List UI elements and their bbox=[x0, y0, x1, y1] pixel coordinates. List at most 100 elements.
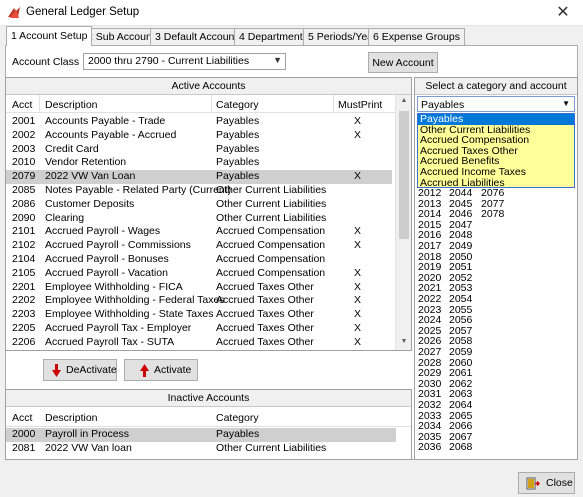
scroll-up-icon[interactable]: ▲ bbox=[396, 97, 412, 104]
table-row[interactable]: 2105 Accrued Payroll - Vacation Accrued Co… bbox=[6, 267, 392, 281]
new-account-button[interactable]: New Account bbox=[368, 52, 438, 73]
acct-cell: 2002 bbox=[12, 128, 36, 141]
tab-departments[interactable]: 4 Departments bbox=[234, 28, 313, 45]
mustprint-cell: X bbox=[354, 266, 362, 279]
tab-account-setup[interactable]: 1 Account Setup bbox=[6, 26, 93, 46]
account-number-item[interactable]: 2022 bbox=[418, 294, 441, 305]
col-divider bbox=[211, 95, 212, 113]
table-row[interactable]: 2205 Accrued Payroll Tax - Employer Accrue… bbox=[6, 322, 392, 336]
category-cell: Payables bbox=[216, 128, 260, 141]
account-number-item[interactable]: 2017 bbox=[418, 241, 441, 252]
description-cell: Accrued Payroll Tax - Employer bbox=[45, 322, 192, 334]
col-header-description[interactable]: Description bbox=[45, 412, 98, 424]
deactivate-button[interactable]: DeActivate bbox=[43, 359, 117, 381]
arrow-up-icon bbox=[140, 364, 149, 377]
col-header-description[interactable]: Description bbox=[45, 99, 98, 111]
footer-bar bbox=[0, 462, 583, 497]
acct-cell: 2081 bbox=[12, 441, 36, 454]
table-row[interactable]: 2081 2022 VW Van loan Other Current Liabil… bbox=[6, 442, 396, 456]
scroll-down-icon[interactable]: ▼ bbox=[396, 338, 412, 345]
category-panel: Select a category and account Payables ▼… bbox=[414, 77, 578, 460]
inactive-accounts-list: 2000 Payroll in Process Payables 2081 2022 V… bbox=[6, 428, 411, 459]
description-cell: Payroll in Process bbox=[45, 428, 130, 440]
acct-cell: 2001 bbox=[12, 115, 36, 127]
category-option[interactable]: Payables bbox=[418, 114, 574, 125]
col-divider bbox=[333, 95, 334, 113]
col-header-acct[interactable]: Acct bbox=[12, 99, 32, 111]
category-select[interactable]: Payables ▼ bbox=[417, 96, 575, 112]
account-class-select[interactable]: 2000 thru 2790 - Current Liabilities ▼ bbox=[83, 53, 286, 70]
account-class-label: Account Class bbox=[12, 56, 80, 68]
description-cell: 2022 VW Van Loan bbox=[45, 170, 136, 183]
col-header-category[interactable]: Category bbox=[216, 412, 259, 424]
category-cell: Accrued Taxes Other bbox=[216, 280, 314, 293]
title-bar: General Ledger Setup ✕ bbox=[0, 0, 583, 26]
table-row[interactable]: 2203 Employee Withholding - State Taxes Ac… bbox=[6, 308, 392, 322]
tab-default-accounts[interactable]: 3 Default Accounts bbox=[150, 28, 248, 45]
category-cell: Other Current Liabilities bbox=[216, 441, 327, 454]
col-header-mustprint[interactable]: MustPrint bbox=[338, 99, 382, 111]
account-number-item[interactable]: 2078 bbox=[481, 209, 504, 220]
header-divider bbox=[6, 112, 396, 113]
acct-cell: 2105 bbox=[12, 266, 36, 279]
table-row[interactable]: 2086 Customer Deposits Other Current Liabi… bbox=[6, 198, 392, 212]
account-number-item[interactable]: 2068 bbox=[449, 442, 472, 453]
account-number-item[interactable]: 2012 bbox=[418, 188, 441, 199]
close-button[interactable]: Close bbox=[518, 472, 575, 494]
description-cell: Accrued Payroll - Vacation bbox=[45, 266, 168, 279]
table-row[interactable]: 2202 Employee Withholding - Federal Taxes… bbox=[6, 294, 392, 308]
table-row[interactable]: 2079 2022 VW Van Loan Payables X bbox=[6, 170, 392, 184]
mustprint-cell: X bbox=[354, 170, 362, 183]
account-number-item[interactable]: 2076 bbox=[481, 188, 504, 199]
category-cell: Other Current Liabilities bbox=[216, 197, 327, 210]
inactive-accounts-panel: Inactive Accounts Acct Description Categ… bbox=[5, 389, 412, 460]
table-row[interactable]: 2085 Notes Payable - Related Party (Curre… bbox=[6, 184, 392, 198]
description-cell: Clearing bbox=[45, 211, 85, 224]
account-number-item[interactable]: 2044 bbox=[449, 188, 472, 199]
table-row[interactable]: 2090 Clearing Other Current Liabilities bbox=[6, 212, 392, 226]
table-row[interactable]: 2104 Accrued Payroll - Bonuses Accrued Com… bbox=[6, 253, 392, 267]
description-cell: Credit Card bbox=[45, 142, 99, 155]
table-row[interactable]: 2102 Accrued Payroll - Commissions Accrued… bbox=[6, 239, 392, 253]
tab-expense-groups[interactable]: 6 Expense Groups bbox=[368, 28, 465, 45]
category-cell: Accrued Taxes Other bbox=[216, 322, 314, 334]
account-number-item[interactable]: 2036 bbox=[418, 442, 441, 453]
mustprint-cell: X bbox=[354, 280, 362, 293]
description-cell: Accounts Payable - Trade bbox=[45, 115, 166, 127]
table-row[interactable]: 2000 Payroll in Process Payables bbox=[6, 428, 396, 442]
chevron-down-icon: ▼ bbox=[273, 55, 282, 65]
category-cell: Accrued Taxes Other bbox=[216, 335, 314, 348]
mustprint-cell: X bbox=[354, 322, 362, 334]
account-number-item[interactable]: 2059 bbox=[449, 347, 472, 358]
active-scrollbar[interactable]: ▲ ▼ bbox=[395, 95, 411, 350]
chevron-down-icon: ▼ bbox=[562, 99, 570, 108]
mustprint-cell: X bbox=[354, 115, 362, 127]
table-row[interactable]: 2003 Credit Card Payables bbox=[6, 143, 392, 157]
table-row[interactable]: 2010 Vendor Retention Payables bbox=[6, 156, 392, 170]
acct-cell: 2205 bbox=[12, 322, 36, 334]
account-number-item[interactable]: 2054 bbox=[449, 294, 472, 305]
arrow-down-icon bbox=[52, 364, 61, 377]
scroll-thumb[interactable] bbox=[399, 111, 409, 239]
account-number-item[interactable]: 2027 bbox=[418, 347, 441, 358]
activate-label: Activate bbox=[154, 364, 192, 376]
description-cell: Notes Payable - Related Party (Current) bbox=[45, 184, 232, 196]
account-number-item[interactable]: 2032 bbox=[418, 400, 441, 411]
col-header-acct[interactable]: Acct bbox=[12, 412, 32, 424]
table-row[interactable]: 2206 Accrued Payroll Tax - SUTA Accrued Ta… bbox=[6, 336, 392, 350]
category-option[interactable]: Accrued Income Taxes bbox=[418, 167, 574, 178]
app-icon bbox=[8, 7, 20, 18]
description-cell: 2022 VW Van loan bbox=[45, 441, 132, 454]
table-row[interactable]: 2201 Employee Withholding - FICA Accrued T… bbox=[6, 281, 392, 295]
account-number-item[interactable]: 2049 bbox=[449, 241, 472, 252]
table-row[interactable]: 2002 Accounts Payable - Accrued Payables X bbox=[6, 129, 392, 143]
account-number-item[interactable]: 2064 bbox=[449, 400, 472, 411]
description-cell: Employee Withholding - FICA bbox=[45, 280, 183, 293]
category-dropdown-list: Payables Other Current Liabilities Accrued… bbox=[417, 113, 575, 188]
col-header-category[interactable]: Category bbox=[216, 99, 259, 111]
activate-button[interactable]: Activate bbox=[124, 359, 198, 381]
window-close-icon[interactable]: ✕ bbox=[548, 2, 578, 24]
category-cell: Accrued Compensation bbox=[216, 253, 326, 265]
table-row[interactable]: 2101 Accrued Payroll - Wages Accrued Compe… bbox=[6, 225, 392, 239]
table-row[interactable]: 2001 Accounts Payable - Trade Payables X bbox=[6, 115, 392, 129]
